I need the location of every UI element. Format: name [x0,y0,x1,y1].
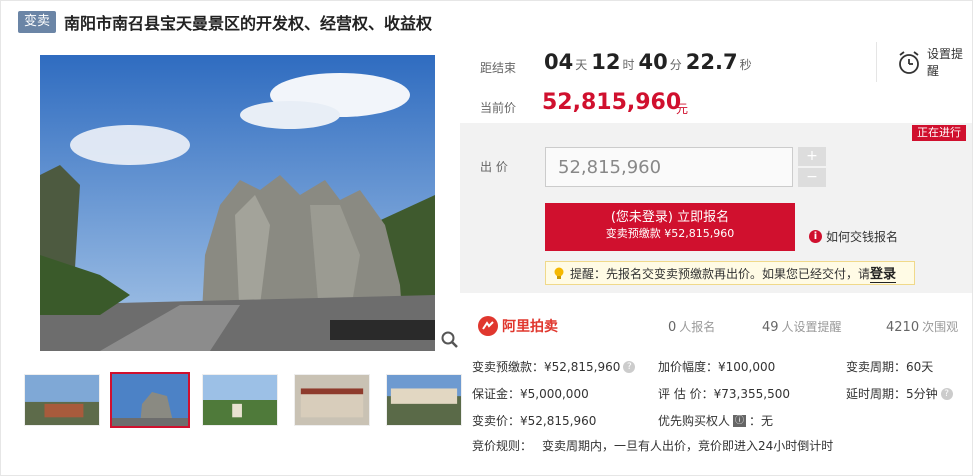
signup-count-label: 人报名 [679,320,716,334]
appraisal-info: 评 估 价：¥73,355,500 [658,385,790,402]
sale-type-badge: 变卖 [18,11,57,33]
bid-amount-input[interactable] [545,147,793,187]
thumbnail[interactable] [386,374,462,426]
signup-count: 0 人报名 [668,318,715,335]
how-to-pay-link[interactable]: i 如何交钱报名 [809,228,898,245]
signup-button-label: (您未登录) 立即报名 [610,210,730,225]
page-title: 南阳市南召县宝天曼景区的开发权、经营权、收益权 [64,14,433,33]
priority-buyer-value: ：无 [749,414,774,428]
view-count: 4210 次围观 [886,318,958,335]
view-count-label: 次围观 [922,320,959,334]
delay-info: 延时周期：5分钟 ? [846,385,953,402]
period-info: 变卖周期：60天 [846,358,933,375]
sale-price-info: 变卖价：¥52,815,960 [472,412,596,429]
main-photo[interactable] [40,55,435,351]
notice-text: 提醒：先报名交变卖预缴款再出价。如果您已经交付，请 [570,266,871,281]
help-icon[interactable]: ? [940,387,953,400]
info-icon: i [809,230,822,243]
rules-text: 变卖周期内，一旦有人出价，竞价即进入24小时倒计时 [542,439,834,453]
period-value: 变卖周期：60天 [846,360,934,374]
stats-row: 阿里拍卖 0 人报名 49 人设置提醒 4210 次围观 [460,300,972,350]
reminder-count: 49 人设置提醒 [762,318,842,335]
zoom-icon[interactable] [440,330,460,350]
title-bar: 变卖 南阳市南召县宝天曼景区的开发权、经营权、收益权 [18,10,432,34]
bid-label: 出 价 [480,160,508,174]
ali-logo-text: 阿里拍卖 [502,319,558,335]
deposit-value: 变卖预缴款：¥52,815,960 [472,360,621,374]
minutes-unit: 分 [669,58,682,72]
increase-bid-button[interactable]: + [798,147,826,166]
current-price: 52,815,960 [542,90,682,115]
help-icon[interactable]: ? [623,360,636,373]
signup-deposit-label: 变卖预缴款 ¥52,815,960 [605,227,735,240]
increment-info: 加价幅度：¥100,000 [658,358,775,375]
how-to-pay-label: 如何交钱报名 [826,230,899,244]
signup-count-value: 0 [668,320,677,335]
thumbnail[interactable] [24,374,100,426]
decrease-bid-button[interactable]: − [798,168,826,187]
alarm-clock-icon [899,51,919,74]
seconds-unit: 秒 [739,58,752,72]
countdown: 04 天 12 时 40 分 22.7 秒 [544,50,756,74]
priority-buyer-label: 优先购买权人 [658,414,731,428]
login-link[interactable]: 登录 [870,263,897,283]
delay-value: 延时周期：5分钟 [846,387,938,401]
reminder-count-label: 人设置提醒 [781,320,842,334]
days-unit: 天 [575,58,588,72]
current-price-row: 当前价 52,815,960 元 [460,88,972,120]
view-count-value: 4210 [886,320,920,335]
price-unit: 元 [676,102,689,116]
set-reminder-button[interactable]: 设置提醒 [876,42,972,82]
thumbnail[interactable] [294,374,370,426]
appraisal-value: 评 估 价：¥73,355,500 [658,387,790,401]
deposit-info: 变卖预缴款：¥52,815,960 ? [472,358,636,375]
sale-price-value: 变卖价：¥52,815,960 [472,414,597,428]
ali-logo-icon [478,316,498,336]
hours-unit: 时 [622,58,635,72]
countdown-days: 04 [544,50,574,74]
priority-buyer-info: 优先购买权人 ⓘ ：无 [658,412,773,429]
reminder-count-value: 49 [762,320,779,335]
bond-value: 保证金：¥5,000,000 [472,387,589,401]
increment-value: 加价幅度：¥100,000 [658,360,776,374]
countdown-label: 距结束 [480,61,517,75]
countdown-hours: 12 [591,50,621,74]
countdown-seconds: 22.7 [685,50,738,74]
priority-info-icon[interactable]: ⓘ [733,414,747,427]
thumbnail[interactable] [202,374,278,426]
ali-auction-logo: 阿里拍卖 [478,316,558,336]
bid-panel: 正在进行 出 价 + − (您未登录) 立即报名 变卖预缴款 ¥52,815,9… [460,123,972,293]
countdown-minutes: 40 [638,50,668,74]
current-price-label: 当前价 [480,101,517,115]
status-badge: 正在进行 [912,125,966,141]
bid-stepper: + − [798,147,826,187]
thumbnail-strip [20,370,462,432]
rules-label: 竞价规则： [472,439,533,453]
thumbnail-active[interactable] [110,372,190,428]
set-reminder-label: 设置提醒 [927,47,964,78]
reminder-notice: 提醒：先报名交变卖预缴款再出价。如果您已经交付，请 登录 [545,261,915,285]
lightbulb-icon [554,267,564,279]
countdown-row: 距结束 04 天 12 时 40 分 22.7 秒 设置提醒 [460,42,972,84]
signup-button[interactable]: (您未登录) 立即报名 变卖预缴款 ¥52,815,960 [545,203,795,251]
bond-info: 保证金：¥5,000,000 [472,385,589,402]
bidding-rules: 竞价规则： 变卖周期内，一旦有人出价，竞价即进入24小时倒计时 [472,437,833,454]
